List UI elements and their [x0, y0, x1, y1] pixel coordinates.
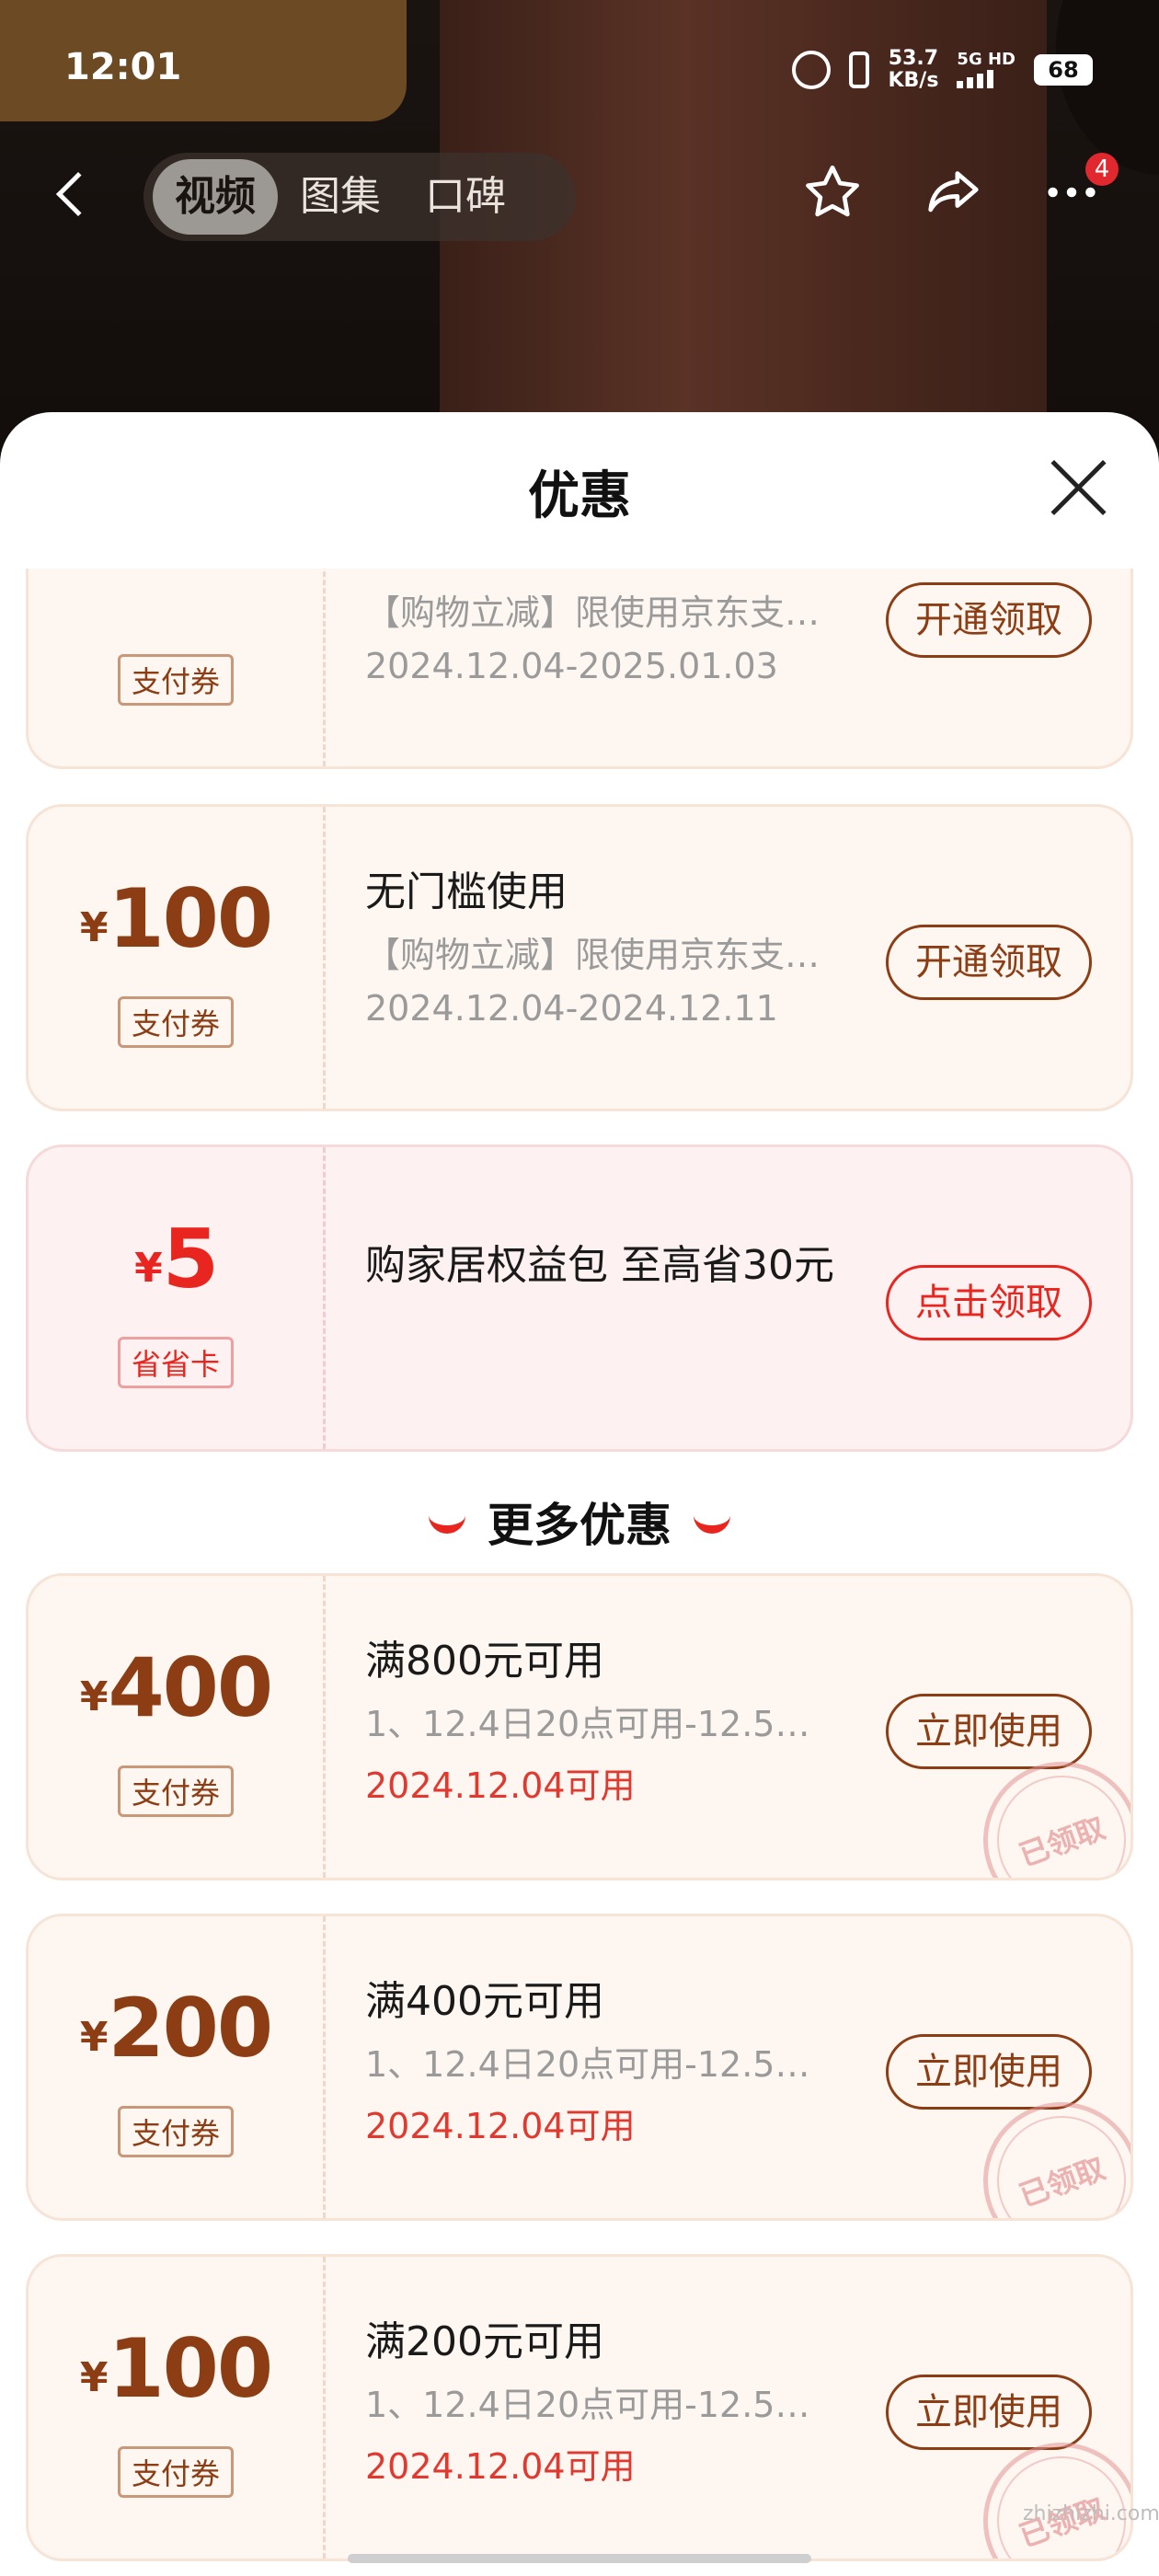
- home-indicator[interactable]: [348, 2554, 811, 2563]
- claim-button[interactable]: 开通领取: [886, 582, 1092, 658]
- coupon-title: 满400元可用: [365, 1978, 604, 2025]
- smile-icon: [694, 1515, 730, 1534]
- status-bar: 12:01 53.7 KB/s 5G HD 68: [0, 0, 1159, 138]
- notification-badge: 4: [1085, 153, 1119, 186]
- coupon-desc: 【购物立减】限使用京东支…: [365, 592, 820, 633]
- coupon-desc: 1、12.4日20点可用-12.5…: [365, 2044, 810, 2085]
- coupon-type-tag: 支付券: [117, 2106, 235, 2157]
- network-speed: 53.7 KB/s: [888, 47, 939, 92]
- coupon-card: 支付券 【购物立减】限使用京东支… 2024.12.04-2025.01.03 …: [26, 569, 1133, 769]
- sheet-title: 优惠: [528, 466, 631, 526]
- coupon-type-tag: 支付券: [117, 654, 235, 706]
- share-icon[interactable]: [920, 160, 984, 224]
- back-arrow-icon[interactable]: [55, 171, 101, 217]
- page: 12:01 53.7 KB/s 5G HD 68 视频 图集 口碑 4 优惠 支…: [0, 0, 1159, 2576]
- status-time: 12:01: [64, 46, 182, 88]
- more-offers-title: 更多优惠: [0, 1489, 1159, 1555]
- smile-icon: [429, 1515, 465, 1534]
- coupon-type-tag: 支付券: [117, 996, 235, 1048]
- coupon-title: 无门槛使用: [365, 868, 568, 915]
- coupon-card: ¥100 支付券 满200元可用 1、12.4日20点可用-12.5… 2024…: [26, 2254, 1133, 2561]
- coupon-type-tag: 支付券: [117, 1765, 235, 1817]
- star-icon[interactable]: [800, 160, 865, 224]
- coupon-validity: 2024.12.04可用: [365, 2446, 636, 2487]
- coupon-validity: 2024.12.04-2025.01.03: [365, 646, 778, 686]
- coupon-card: ¥5 省省卡 购家居权益包 至高省30元 点击领取: [26, 1144, 1133, 1452]
- alarm-icon: [792, 51, 832, 89]
- coupon-title: [365, 569, 880, 577]
- coupon-type-tag: 支付券: [117, 2446, 235, 2498]
- coupon-validity: 2024.12.04-2024.12.11: [365, 988, 778, 1029]
- claim-button[interactable]: 开通领取: [886, 925, 1092, 1000]
- battery-icon: 68: [1034, 54, 1093, 86]
- coupon-card: ¥200 支付券 满400元可用 1、12.4日20点可用-12.5… 2024…: [26, 1914, 1133, 2221]
- coupon-desc: 1、12.4日20点可用-12.5…: [365, 1704, 810, 1744]
- coupon-card: ¥100 支付券 无门槛使用 【购物立减】限使用京东支… 2024.12.04-…: [26, 804, 1133, 1111]
- tab-reviews[interactable]: 口碑: [403, 159, 528, 235]
- coupon-title: 满800元可用: [365, 1638, 604, 1685]
- use-now-button[interactable]: 立即使用: [886, 2375, 1092, 2450]
- top-nav: 视频 图集 口碑 4: [0, 147, 1159, 248]
- coupon-title: 购家居权益包 至高省30元: [365, 1242, 834, 1289]
- tab-video[interactable]: 视频: [153, 159, 278, 235]
- coupon-validity: 2024.12.04可用: [365, 1765, 636, 1806]
- claim-button[interactable]: 点击领取: [886, 1265, 1092, 1340]
- coupon-title: 满200元可用: [365, 2318, 604, 2365]
- close-icon[interactable]: [1049, 458, 1107, 517]
- coupon-sheet: 优惠 支付券 【购物立减】限使用京东支… 2024.12.04-2025.01.…: [0, 412, 1159, 2576]
- coupon-desc: 【购物立减】限使用京东支…: [365, 935, 820, 975]
- use-now-button[interactable]: 立即使用: [886, 1694, 1092, 1769]
- coupon-validity: 2024.12.04可用: [365, 2106, 636, 2146]
- media-tabs: 视频 图集 口碑: [143, 153, 576, 241]
- coupon-desc: 1、12.4日20点可用-12.5…: [365, 2385, 810, 2425]
- coupon-card: ¥400 支付券 满800元可用 1、12.4日20点可用-12.5… 2024…: [26, 1573, 1133, 1880]
- coupon-list[interactable]: 支付券 【购物立减】限使用京东支… 2024.12.04-2025.01.03 …: [0, 569, 1159, 2576]
- tab-gallery[interactable]: 图集: [278, 159, 403, 235]
- use-now-button[interactable]: 立即使用: [886, 2034, 1092, 2110]
- coupon-type-tag: 省省卡: [117, 1337, 235, 1388]
- vibrate-icon: [849, 52, 870, 88]
- signal-icon: 5G HD: [957, 52, 1016, 88]
- watermark: zhizhizhi.com: [1023, 2502, 1159, 2525]
